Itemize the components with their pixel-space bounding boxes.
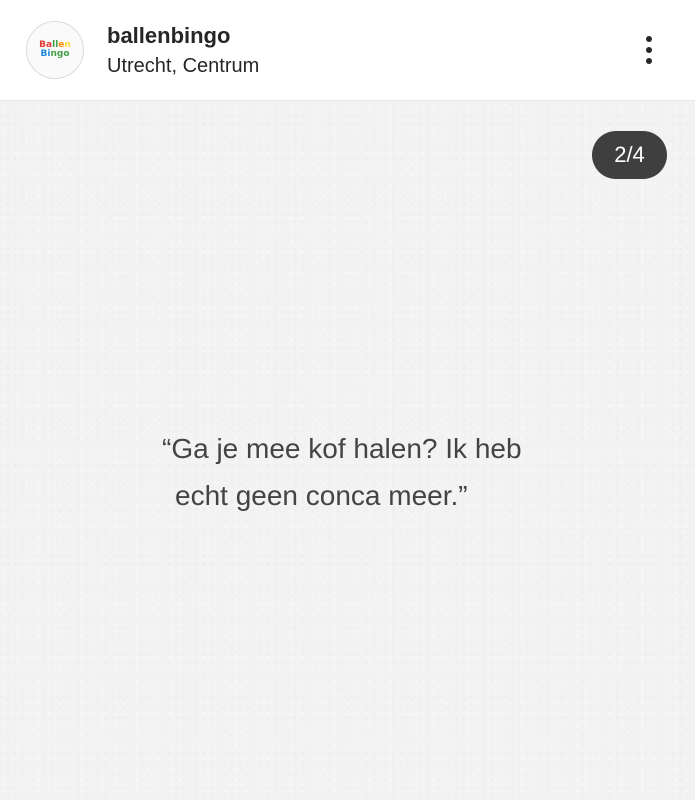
quote-line-1: “Ga je mee kof halen? Ik heb <box>162 433 522 464</box>
divider <box>0 100 695 101</box>
logo-letter: o <box>63 49 70 59</box>
logo-line-bottom: Bingo <box>40 50 69 59</box>
logo-letter: B <box>40 49 48 59</box>
post-header: Ballen Bingo ballenbingo Utrecht, Centru… <box>0 0 695 100</box>
avatar[interactable]: Ballen Bingo <box>26 21 84 79</box>
location[interactable]: Utrecht, Centrum <box>107 53 259 79</box>
more-vertical-icon-dot <box>646 47 652 53</box>
username[interactable]: ballenbingo <box>107 22 230 50</box>
quote-text: “Ga je mee kof halen? Ik heb echt geen c… <box>150 425 590 519</box>
more-options-button[interactable] <box>628 28 670 72</box>
more-vertical-icon-dot <box>646 58 652 64</box>
carousel-counter: 2/4 <box>592 131 667 179</box>
more-vertical-icon <box>646 36 652 42</box>
quote-line-2: echt geen conca meer.” <box>175 480 468 511</box>
